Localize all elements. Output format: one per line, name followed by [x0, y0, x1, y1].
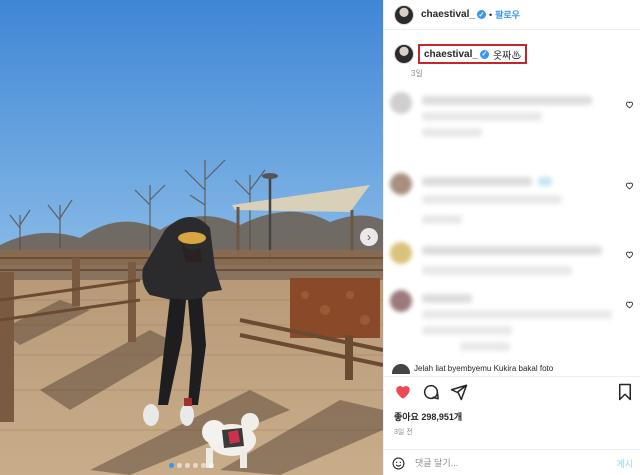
blurred-comment-text — [422, 96, 592, 105]
comment-bar: 게시 — [384, 449, 640, 475]
caption-text: 옷짜♨ — [492, 50, 522, 62]
photo-scene — [0, 0, 383, 475]
comment-avatar[interactable] — [390, 242, 412, 264]
post-actions: 좋아요 298,951개 3일 전 게시 — [384, 376, 640, 475]
comment-input[interactable] — [415, 458, 605, 468]
post-comment-button[interactable]: 게시 — [616, 457, 633, 470]
carousel-dot — [193, 463, 198, 468]
heart-outline-icon[interactable] — [625, 250, 634, 259]
comment-avatar[interactable] — [392, 364, 410, 374]
heart-outline-icon[interactable] — [625, 100, 634, 109]
caption-username[interactable]: chaestival_ — [424, 49, 478, 60]
share-icon[interactable] — [450, 383, 468, 401]
verified-icon: ✓ — [479, 49, 489, 59]
comment-avatar[interactable] — [390, 173, 412, 195]
blurred-comment-text — [422, 266, 572, 275]
blurred-comment-text — [422, 310, 612, 319]
carousel-dots — [0, 463, 383, 468]
heart-filled-icon[interactable] — [394, 383, 412, 401]
comment-item — [390, 173, 640, 228]
carousel-dot — [169, 463, 174, 468]
blurred-comment-text — [422, 246, 602, 255]
blurred-comment-text — [422, 326, 512, 335]
caption-highlight-box: chaestival_ ✓ 옷짜♨ — [418, 44, 528, 64]
caption-avatar[interactable] — [394, 44, 414, 64]
follow-button[interactable]: 팔로우 — [495, 8, 520, 21]
header-separator: • — [488, 9, 493, 20]
avatar[interactable] — [394, 4, 414, 25]
comment-item — [390, 290, 640, 354]
heart-outline-icon[interactable] — [625, 181, 634, 190]
carousel-next-button[interactable]: › — [360, 228, 378, 246]
post-timestamp[interactable]: 3일 전 — [394, 427, 413, 437]
carousel-dot — [201, 463, 206, 468]
comment-item — [390, 92, 640, 142]
comment-item — [390, 242, 640, 282]
blurred-comment-meta — [422, 128, 482, 137]
post-side-panel: chaestival_ ✓ • 팔로우 chaestival_ ✓ 옷짜♨ 3일 — [383, 0, 640, 475]
header-username[interactable]: chaestival_ — [421, 9, 475, 20]
comment-avatar[interactable] — [390, 92, 412, 114]
comment-avatar[interactable] — [390, 290, 412, 312]
blurred-comment-meta — [460, 342, 510, 351]
post-header: chaestival_ ✓ • 팔로우 — [384, 0, 640, 30]
post-photo[interactable]: › — [0, 0, 383, 475]
like-count[interactable]: 좋아요 298,951개 — [394, 410, 462, 423]
blurred-comment-text — [422, 294, 472, 303]
partial-comment-text: Jelah liat byembyemu Kukira bakal foto — [414, 364, 554, 373]
partial-comment: Jelah liat byembyemu Kukira bakal foto — [392, 364, 632, 374]
verified-icon: ✓ — [476, 10, 486, 19]
blurred-comment-meta — [422, 215, 462, 224]
carousel-dot — [185, 463, 190, 468]
carousel-dot — [209, 463, 214, 468]
emoji-icon[interactable] — [392, 457, 405, 470]
heart-outline-icon[interactable] — [625, 300, 634, 309]
comment-icon[interactable] — [422, 383, 440, 401]
carousel-dot — [177, 463, 182, 468]
bookmark-icon[interactable] — [617, 383, 633, 401]
blurred-emoji — [538, 177, 552, 186]
blurred-comment-text — [422, 112, 542, 121]
blurred-comment-text — [422, 177, 532, 186]
caption: chaestival_ ✓ 옷짜♨ 3일 — [394, 44, 634, 78]
blurred-comment-text — [422, 195, 562, 204]
caption-time: 3일 — [411, 69, 423, 78]
